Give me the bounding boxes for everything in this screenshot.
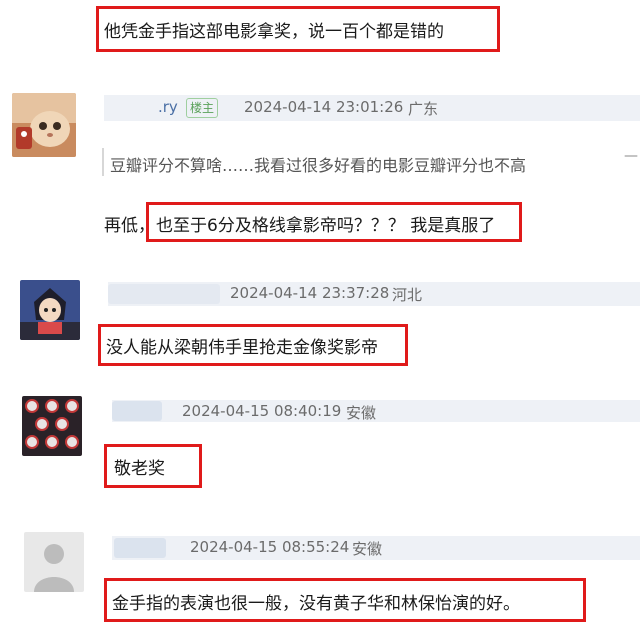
blurred-username — [108, 284, 220, 304]
username[interactable]: .ry — [158, 98, 178, 116]
pattern-avatar-icon — [22, 396, 82, 456]
dash-icon[interactable]: — — [624, 148, 638, 164]
blurred-username — [104, 98, 164, 118]
comment-text: 也至于6分及格线拿影帝吗？？？ 我是真服了 — [156, 216, 496, 236]
timestamp: 2024-04-14 23:01:26 — [244, 98, 404, 116]
comment-text: 金手指的表演也很一般，没有黄子华和林保怡演的好。 — [112, 594, 520, 614]
comment-text: 没人能从梁朝伟手里抢走金像奖影帝 — [106, 338, 378, 358]
default-avatar-icon — [24, 532, 84, 592]
blurred-username — [114, 538, 166, 558]
location: 安徽 — [352, 540, 383, 558]
location: 安徽 — [346, 404, 377, 422]
quoted-text: 豆瓣评分不算啥……我看过很多好看的电影豆瓣评分也不高 — [110, 156, 527, 175]
location: 广东 — [408, 100, 439, 118]
timestamp: 2024-04-15 08:55:24 — [190, 538, 350, 556]
timestamp: 2024-04-15 08:40:19 — [182, 402, 342, 420]
comment-text: 敬老奖 — [114, 459, 165, 479]
avatar[interactable] — [20, 280, 80, 340]
timestamp: 2024-04-14 23:37:28 — [230, 284, 390, 302]
comment-text: 他凭金手指这部电影拿奖，说一百个都是错的 — [104, 22, 444, 42]
cat-avatar-icon — [12, 93, 76, 157]
avatar[interactable] — [12, 93, 76, 157]
location: 河北 — [392, 286, 423, 304]
anime-avatar-icon — [20, 280, 80, 340]
quote-divider — [102, 148, 104, 176]
avatar[interactable] — [24, 532, 84, 592]
avatar[interactable] — [22, 396, 82, 456]
op-badge: 楼主 — [186, 98, 219, 118]
blurred-username — [112, 401, 162, 421]
